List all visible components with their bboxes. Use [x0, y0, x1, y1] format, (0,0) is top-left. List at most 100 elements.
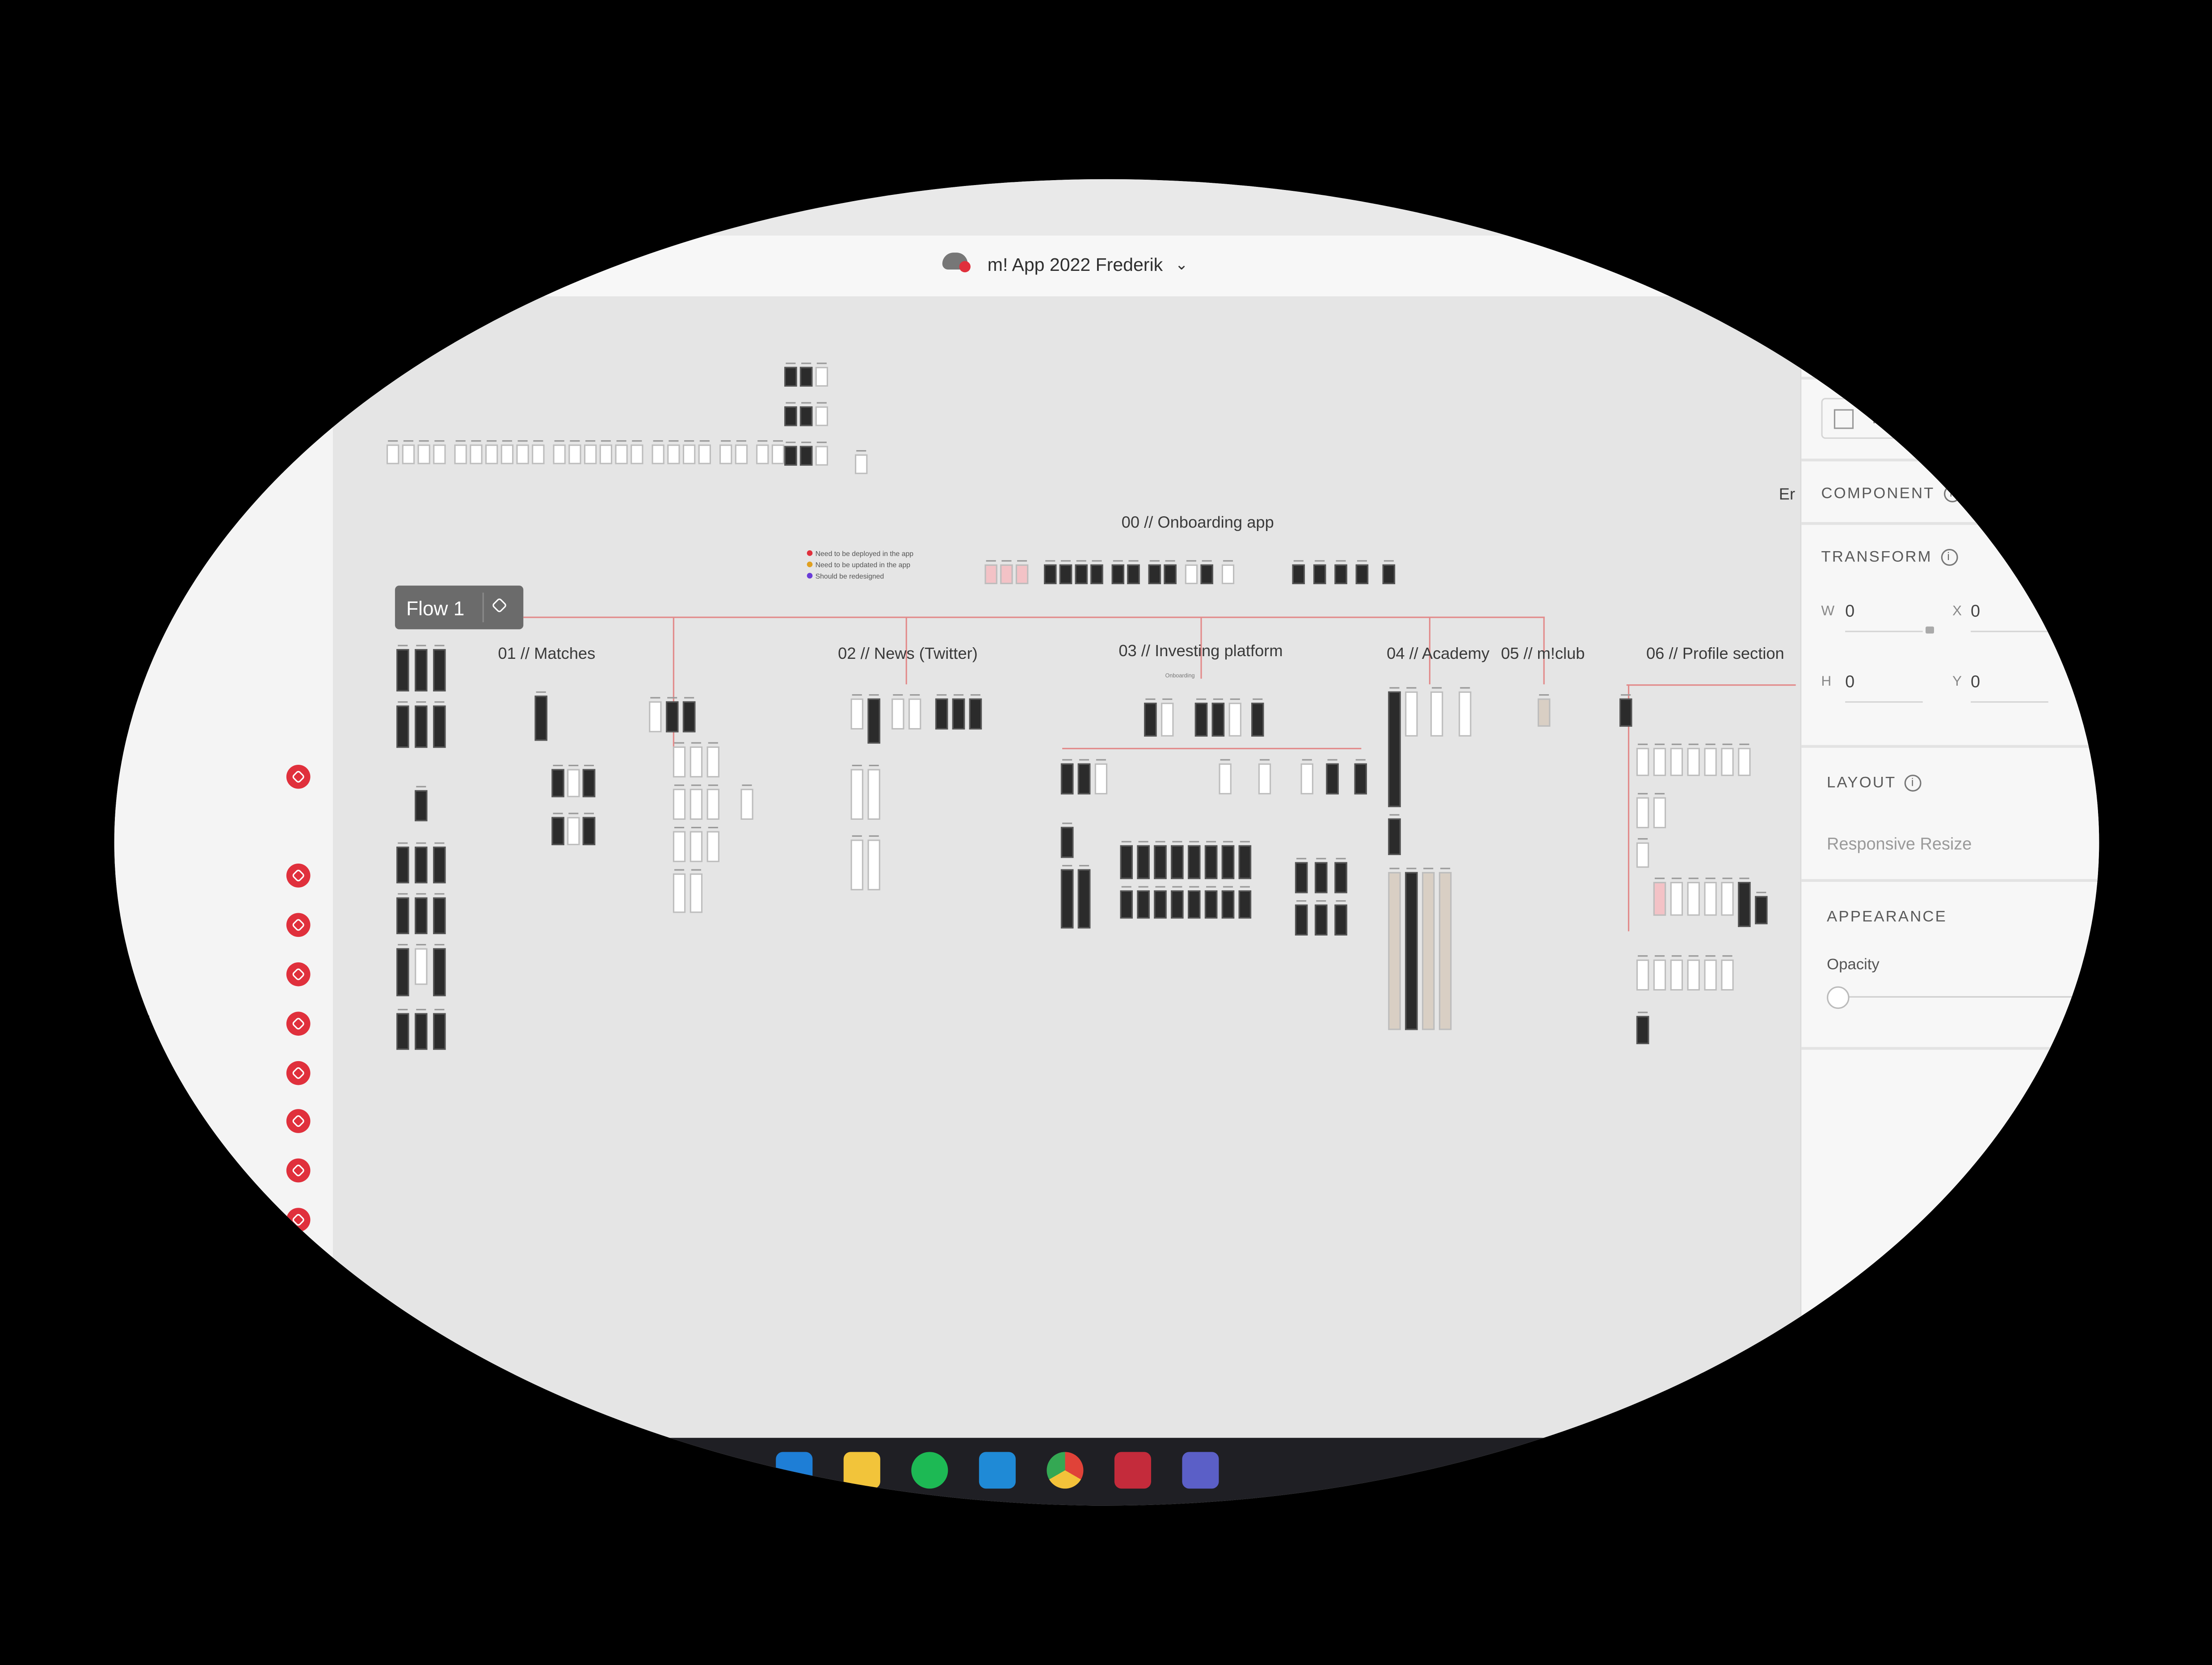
artboard-thumbnail[interactable] [1670, 955, 1683, 991]
artboard-thumbnail[interactable] [799, 363, 813, 387]
artboard-thumbnail[interactable] [1219, 759, 1232, 795]
artboard-thumbnail[interactable] [673, 826, 686, 862]
teams-icon[interactable] [1182, 1452, 1219, 1489]
artboard-thumbnail[interactable] [1238, 841, 1252, 879]
artboard-thumbnail[interactable] [433, 893, 446, 934]
lock-aspect-icon[interactable] [1926, 626, 1934, 634]
artboard-thumbnail[interactable] [649, 697, 662, 733]
artboard-thumbnail[interactable] [1060, 759, 1074, 795]
artboard-thumbnail[interactable] [584, 440, 597, 464]
artboard-thumbnail[interactable] [1653, 793, 1666, 829]
artboard-thumbnail[interactable] [1204, 886, 1218, 919]
artboard-thumbnail[interactable] [682, 697, 696, 733]
artboard-thumbnail[interactable] [1148, 560, 1161, 584]
title-dropdown-chevron-icon[interactable]: ⌄ [1175, 255, 1188, 274]
artboard-thumbnail[interactable] [1127, 560, 1140, 584]
artboard-thumbnail[interactable] [1221, 841, 1235, 879]
artboard-thumbnail[interactable] [1704, 955, 1717, 991]
artboard-thumbnail[interactable] [396, 893, 409, 934]
artboard-thumbnail[interactable] [1077, 759, 1091, 795]
x-field[interactable]: 0 [1971, 601, 1980, 621]
artboard-thumbnail[interactable] [1334, 900, 1347, 936]
artboard-thumbnail[interactable] [1755, 892, 1768, 924]
artboard-thumbnail[interactable] [850, 764, 863, 820]
artboard-thumbnail[interactable] [1334, 858, 1347, 894]
artboard-thumbnail[interactable] [1636, 955, 1649, 991]
artboard-thumbnail[interactable] [1653, 955, 1666, 991]
artboard-thumbnail[interactable] [532, 440, 545, 464]
artboard-thumbnail[interactable] [690, 826, 703, 862]
artboard-thumbnail[interactable] [1738, 877, 1751, 927]
artboard-thumbnail[interactable] [815, 402, 828, 426]
artboard-thumbnail[interactable] [952, 694, 965, 730]
artboard-thumbnail[interactable] [433, 1009, 446, 1050]
artboard-thumbnail[interactable] [1687, 877, 1700, 916]
artboard-thumbnail[interactable] [1120, 886, 1133, 919]
artboard-thumbnail[interactable] [1405, 868, 1418, 1030]
chrome-icon[interactable] [1047, 1452, 1084, 1489]
artboard-thumbnail[interactable] [1326, 759, 1339, 795]
artboard-thumbnail[interactable] [485, 440, 498, 464]
artboard-thumbnail[interactable] [850, 835, 863, 890]
artboard-thumbnail[interactable] [1334, 560, 1347, 584]
artboard-thumbnail[interactable] [1430, 687, 1443, 737]
artboard-thumbnail[interactable] [1238, 886, 1252, 919]
artboard-thumbnail[interactable] [1188, 841, 1201, 879]
artboard-thumbnail[interactable] [756, 440, 769, 464]
link-icon[interactable] [286, 1109, 311, 1133]
artboard-thumbnail[interactable] [1636, 793, 1649, 829]
artboard-thumbnail[interactable] [396, 1009, 409, 1050]
artboard-thumbnail[interactable] [1636, 1012, 1649, 1045]
windows-start-icon[interactable] [640, 1452, 677, 1489]
artboard-thumbnail[interactable] [433, 645, 446, 691]
artboard-thumbnail[interactable] [1619, 694, 1632, 727]
artboard-thumbnail[interactable] [1194, 698, 1208, 737]
link-icon[interactable] [286, 1061, 311, 1085]
artboard-thumbnail[interactable] [1670, 743, 1683, 776]
artboard-thumbnail[interactable] [1221, 886, 1235, 919]
artboard-thumbnail[interactable] [1354, 759, 1367, 795]
artboard-thumbnail[interactable] [815, 442, 828, 466]
artboard-thumbnail[interactable] [719, 440, 732, 464]
artboard-thumbnail[interactable] [1388, 687, 1401, 807]
artboard-thumbnail[interactable] [567, 813, 580, 845]
artboard-thumbnail[interactable] [1300, 759, 1313, 795]
artboard-thumbnail[interactable] [1154, 886, 1167, 919]
artboard-thumbnail[interactable] [867, 694, 880, 744]
artboard-thumbnail[interactable] [892, 694, 904, 730]
artboard-thumbnail[interactable] [1075, 560, 1088, 584]
artboard-thumbnail[interactable] [1059, 560, 1072, 584]
spotify-icon[interactable] [911, 1452, 948, 1489]
artboard-thumbnail[interactable] [1251, 698, 1264, 737]
artboard-thumbnail[interactable] [1738, 743, 1751, 776]
artboard-thumbnail[interactable] [567, 764, 580, 797]
search-icon[interactable] [715, 1459, 746, 1490]
artboard-thumbnail[interactable] [666, 697, 679, 733]
artboard-thumbnail[interactable] [396, 645, 409, 691]
artboard-thumbnail[interactable] [396, 701, 409, 748]
artboard-thumbnail[interactable] [599, 440, 613, 464]
artboard-thumbnail[interactable] [673, 869, 686, 913]
artboard-thumbnail[interactable] [1000, 560, 1013, 584]
artboard-thumbnail[interactable] [1459, 687, 1472, 737]
artboard-thumbnail[interactable] [454, 440, 467, 464]
artboard-thumbnail[interactable] [1388, 814, 1401, 856]
artboard-thumbnail[interactable] [815, 363, 828, 387]
app-icon[interactable] [1114, 1452, 1151, 1489]
artboard-thumbnail[interactable] [1204, 841, 1218, 879]
artboard-thumbnail[interactable] [1258, 759, 1271, 795]
link-icon[interactable] [286, 913, 311, 937]
document-title[interactable]: m! App 2022 Frederik [988, 254, 1163, 275]
artboard-thumbnail[interactable] [1687, 743, 1700, 776]
artboard-thumbnail[interactable] [1721, 743, 1734, 776]
link-icon[interactable] [286, 962, 311, 986]
artboard-thumbnail[interactable] [1438, 868, 1452, 1030]
artboard-thumbnail[interactable] [1422, 868, 1435, 1030]
align-top-icon[interactable] [1829, 331, 1850, 351]
artboard-thumbnail[interactable] [1355, 560, 1369, 584]
mail-icon[interactable] [776, 1452, 813, 1489]
artboard-thumbnail[interactable] [1313, 560, 1326, 584]
artboard-thumbnail[interactable] [470, 440, 483, 464]
artboard-thumbnail[interactable] [1315, 858, 1328, 894]
artboard-thumbnail[interactable] [1111, 560, 1124, 584]
